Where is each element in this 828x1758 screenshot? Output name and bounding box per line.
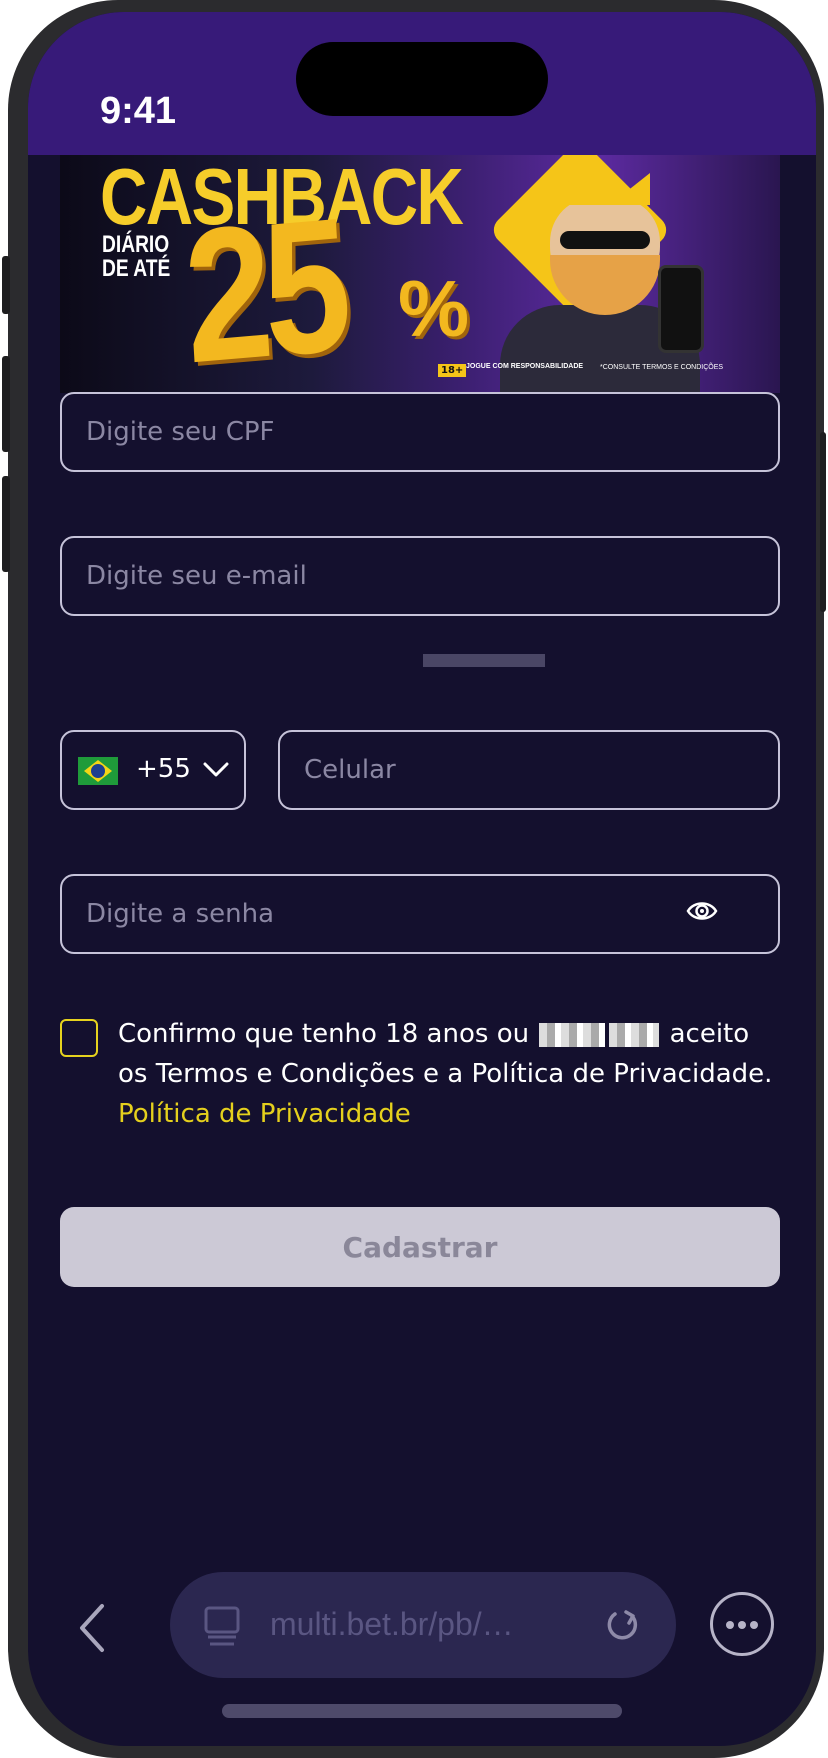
eye-icon[interactable] xyxy=(686,898,718,924)
consent-checkbox[interactable] xyxy=(60,1019,98,1057)
more-icon-dot xyxy=(750,1621,758,1629)
status-bar: 9:41 xyxy=(28,12,816,155)
register-button[interactable]: Cadastrar xyxy=(60,1207,780,1287)
phone-field xyxy=(278,730,780,810)
banner-terms-text: *CONSULTE TERMOS E CONDIÇÕES xyxy=(600,364,724,371)
banner-percent: 25 xyxy=(179,178,349,393)
consent-text-before: Confirmo que tenho 18 anos ou xyxy=(118,1019,538,1049)
banner-subtitle-line2: DE ATÉ xyxy=(102,255,171,282)
more-options-button[interactable] xyxy=(710,1592,774,1656)
back-icon[interactable] xyxy=(76,1602,108,1654)
mascot-glasses xyxy=(560,231,650,249)
phone-input[interactable] xyxy=(280,732,778,808)
desktop-site-icon xyxy=(204,1606,240,1646)
consent-text: Confirmo que tenho 18 anos ou aceito os … xyxy=(118,1014,778,1134)
age-badge: 18+ xyxy=(438,364,467,377)
promo-banner[interactable]: CASHBACK DIÁRIO DE ATÉ 25 % 18+ JOGUE CO… xyxy=(60,155,780,393)
power-button xyxy=(820,432,826,612)
scroll-indicator xyxy=(423,654,545,667)
more-icon-dot xyxy=(726,1621,734,1629)
password-field xyxy=(60,874,780,954)
redacted-text xyxy=(539,1022,606,1047)
volume-down-button xyxy=(2,476,10,572)
country-code-select[interactable]: +55 xyxy=(60,730,246,810)
cpf-field xyxy=(60,392,780,472)
brazil-flag-icon xyxy=(78,757,118,785)
phone-frame: 9:41 CASHBACK DIÁRIO DE ATÉ 25 % 18+ JOG… xyxy=(2,0,826,1758)
redacted-text xyxy=(609,1022,660,1047)
mute-switch xyxy=(2,256,10,314)
mascot-phone xyxy=(658,265,704,353)
privacy-policy-link[interactable]: Política de Privacidade xyxy=(118,1099,411,1129)
screen: 9:41 CASHBACK DIÁRIO DE ATÉ 25 % 18+ JOG… xyxy=(28,12,816,1746)
banner-responsibility-text: JOGUE COM RESPONSABILIDADE xyxy=(466,363,584,370)
banner-subtitle-line1: DIÁRIO xyxy=(102,231,170,258)
url-text: multi.bet.br/pb/… xyxy=(270,1606,514,1642)
url-bar[interactable]: multi.bet.br/pb/… xyxy=(170,1572,676,1678)
chevron-down-icon xyxy=(203,762,229,777)
volume-up-button xyxy=(2,356,10,452)
email-input[interactable] xyxy=(62,538,778,614)
country-code: +55 xyxy=(136,754,191,784)
email-field xyxy=(60,536,780,616)
cpf-input[interactable] xyxy=(62,394,778,470)
dynamic-island xyxy=(296,42,548,116)
home-indicator xyxy=(222,1704,622,1718)
password-input[interactable] xyxy=(62,876,778,952)
banner-percent-sign: % xyxy=(398,264,470,353)
banner-subtitle: DIÁRIO DE ATÉ xyxy=(102,233,170,281)
reload-icon[interactable] xyxy=(604,1608,640,1644)
more-icon-dot xyxy=(738,1621,746,1629)
status-time: 9:41 xyxy=(100,90,177,132)
